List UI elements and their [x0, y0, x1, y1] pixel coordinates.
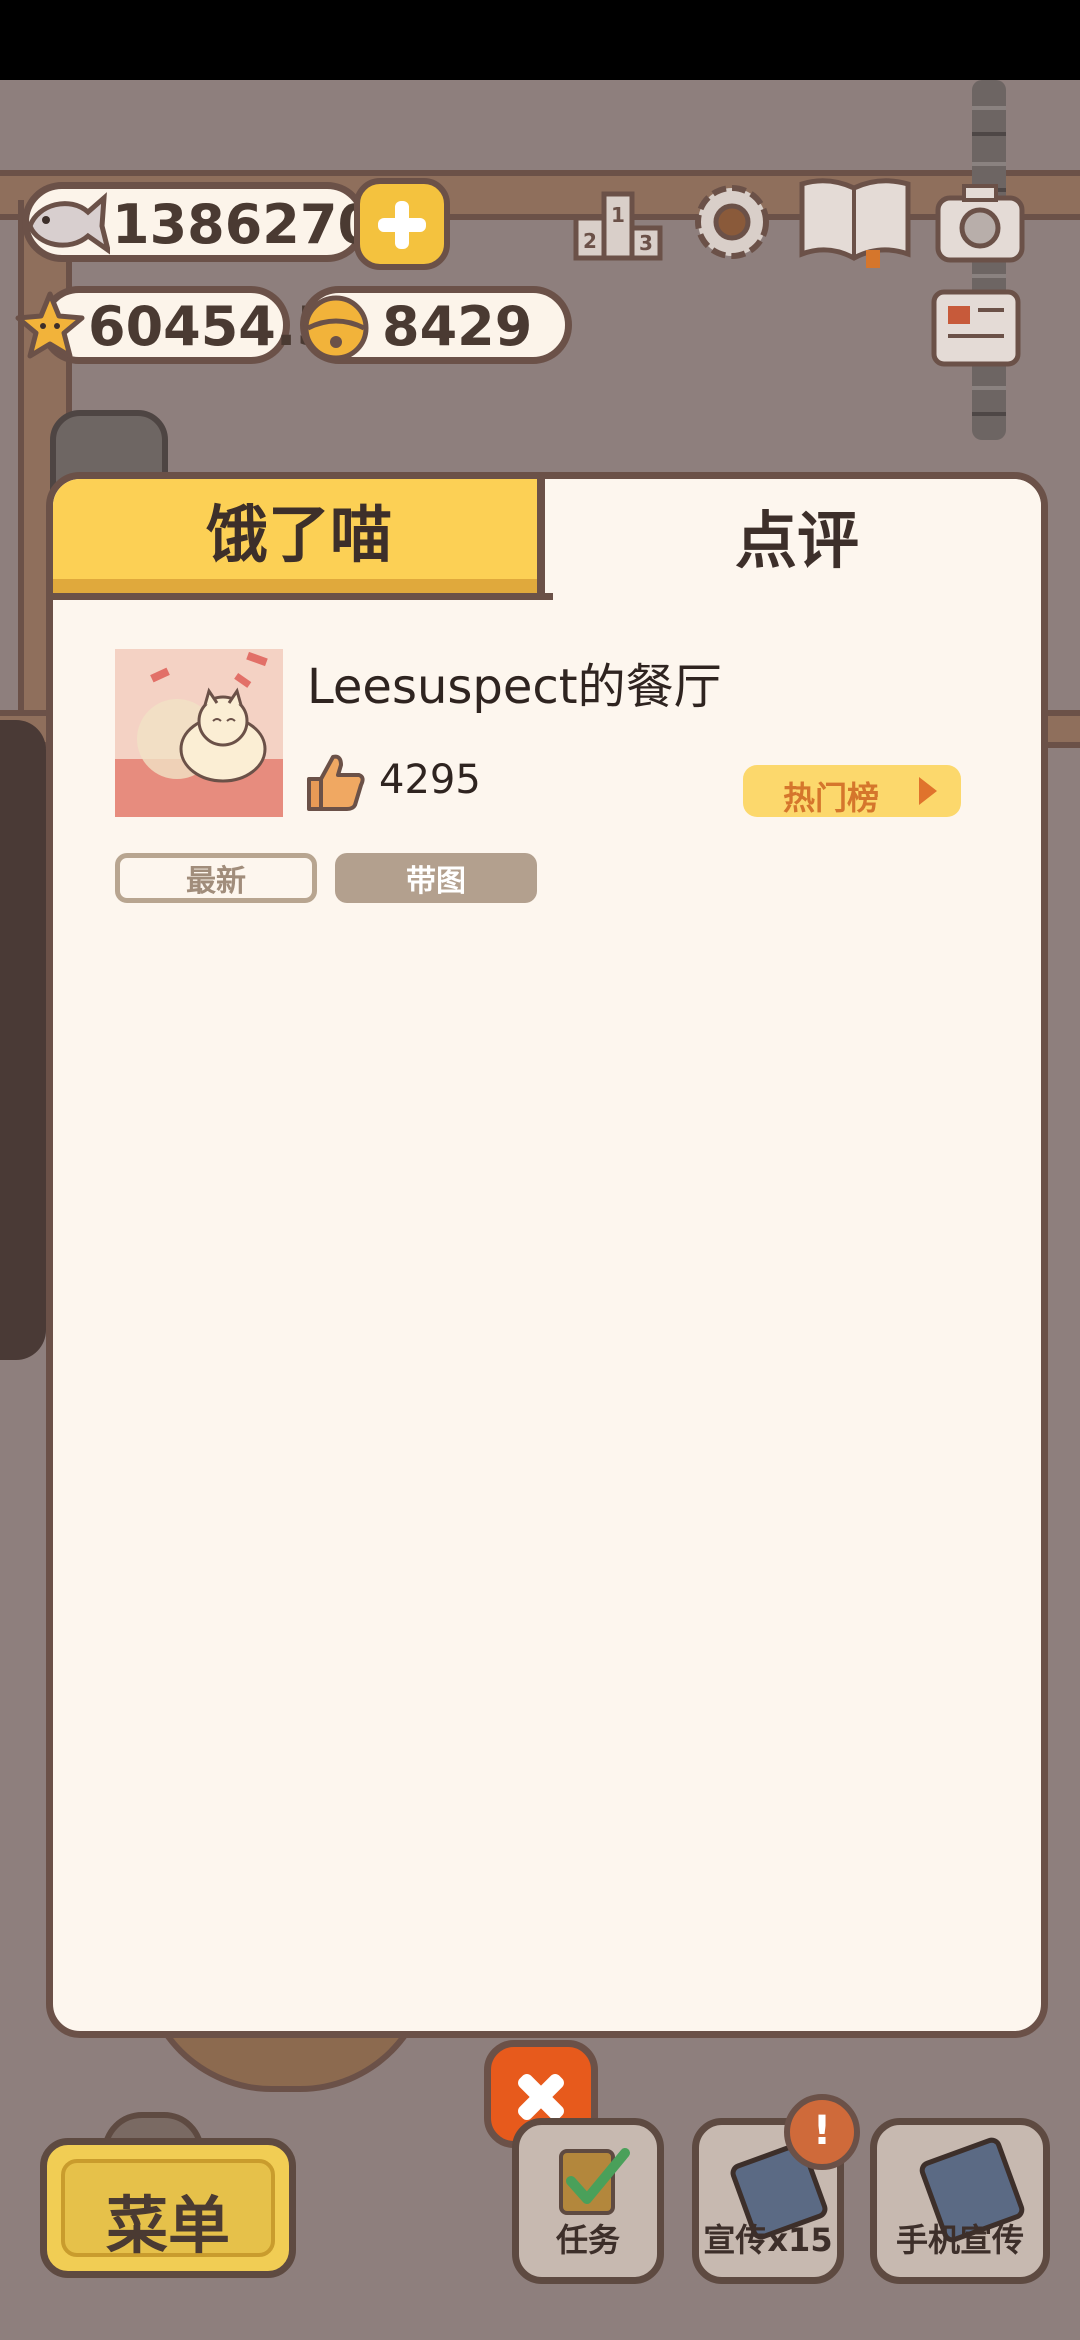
hot-ranking-label: 热门榜: [783, 779, 880, 817]
gate-decoration: [0, 720, 46, 1360]
like-count: 4295: [379, 757, 481, 803]
filter-latest[interactable]: 最新: [115, 853, 317, 903]
checklist-icon: [559, 2148, 630, 2215]
notification-badge: !: [784, 2094, 860, 2170]
menu-button[interactable]: 菜单: [40, 2138, 296, 2278]
bell-count: 8429: [382, 295, 533, 358]
gear-icon[interactable]: [686, 176, 778, 268]
star-icon: [15, 291, 85, 359]
phone-promotion-label: 手机宣传: [895, 2221, 1024, 2259]
tab-eleme[interactable]: 饿了喵: [53, 479, 545, 593]
svg-text:1: 1: [611, 203, 625, 227]
add-fish-button[interactable]: [354, 178, 450, 270]
camera-icon[interactable]: [934, 182, 1026, 266]
ranking-icon[interactable]: 2 1 3: [572, 178, 664, 268]
hot-ranking-button[interactable]: 热门榜: [743, 765, 961, 817]
phone-promotion-button[interactable]: 手机宣传: [870, 2118, 1050, 2284]
filter-with-images[interactable]: 带图: [335, 853, 537, 903]
newspaper-icon[interactable]: [930, 286, 1022, 370]
svg-text:3: 3: [639, 231, 653, 255]
restaurant-name: Leesuspect的餐厅: [307, 659, 722, 715]
task-label: 任务: [555, 2221, 620, 2259]
fish-icon: [27, 192, 110, 255]
status-bar: [0, 0, 1080, 80]
tab-divider: [53, 593, 553, 600]
review-panel: 饿了喵 点评 Leesuspect的餐厅 4295 热门榜 最新 带图: [46, 472, 1048, 2038]
menu-label: 菜单: [105, 2189, 230, 2262]
badge-text: !: [812, 2108, 832, 2154]
thumbs-up-icon[interactable]: [305, 751, 367, 813]
bell-icon: [303, 295, 369, 361]
cat-book-icon[interactable]: [796, 174, 914, 268]
promotion-label: 宣传x15: [703, 2221, 833, 2259]
svg-text:2: 2: [583, 229, 597, 253]
tab-review[interactable]: 点评: [553, 479, 1041, 591]
restaurant-avatar[interactable]: [115, 649, 283, 817]
task-button[interactable]: 任务: [512, 2118, 664, 2284]
arrow-right-icon: [919, 777, 937, 805]
